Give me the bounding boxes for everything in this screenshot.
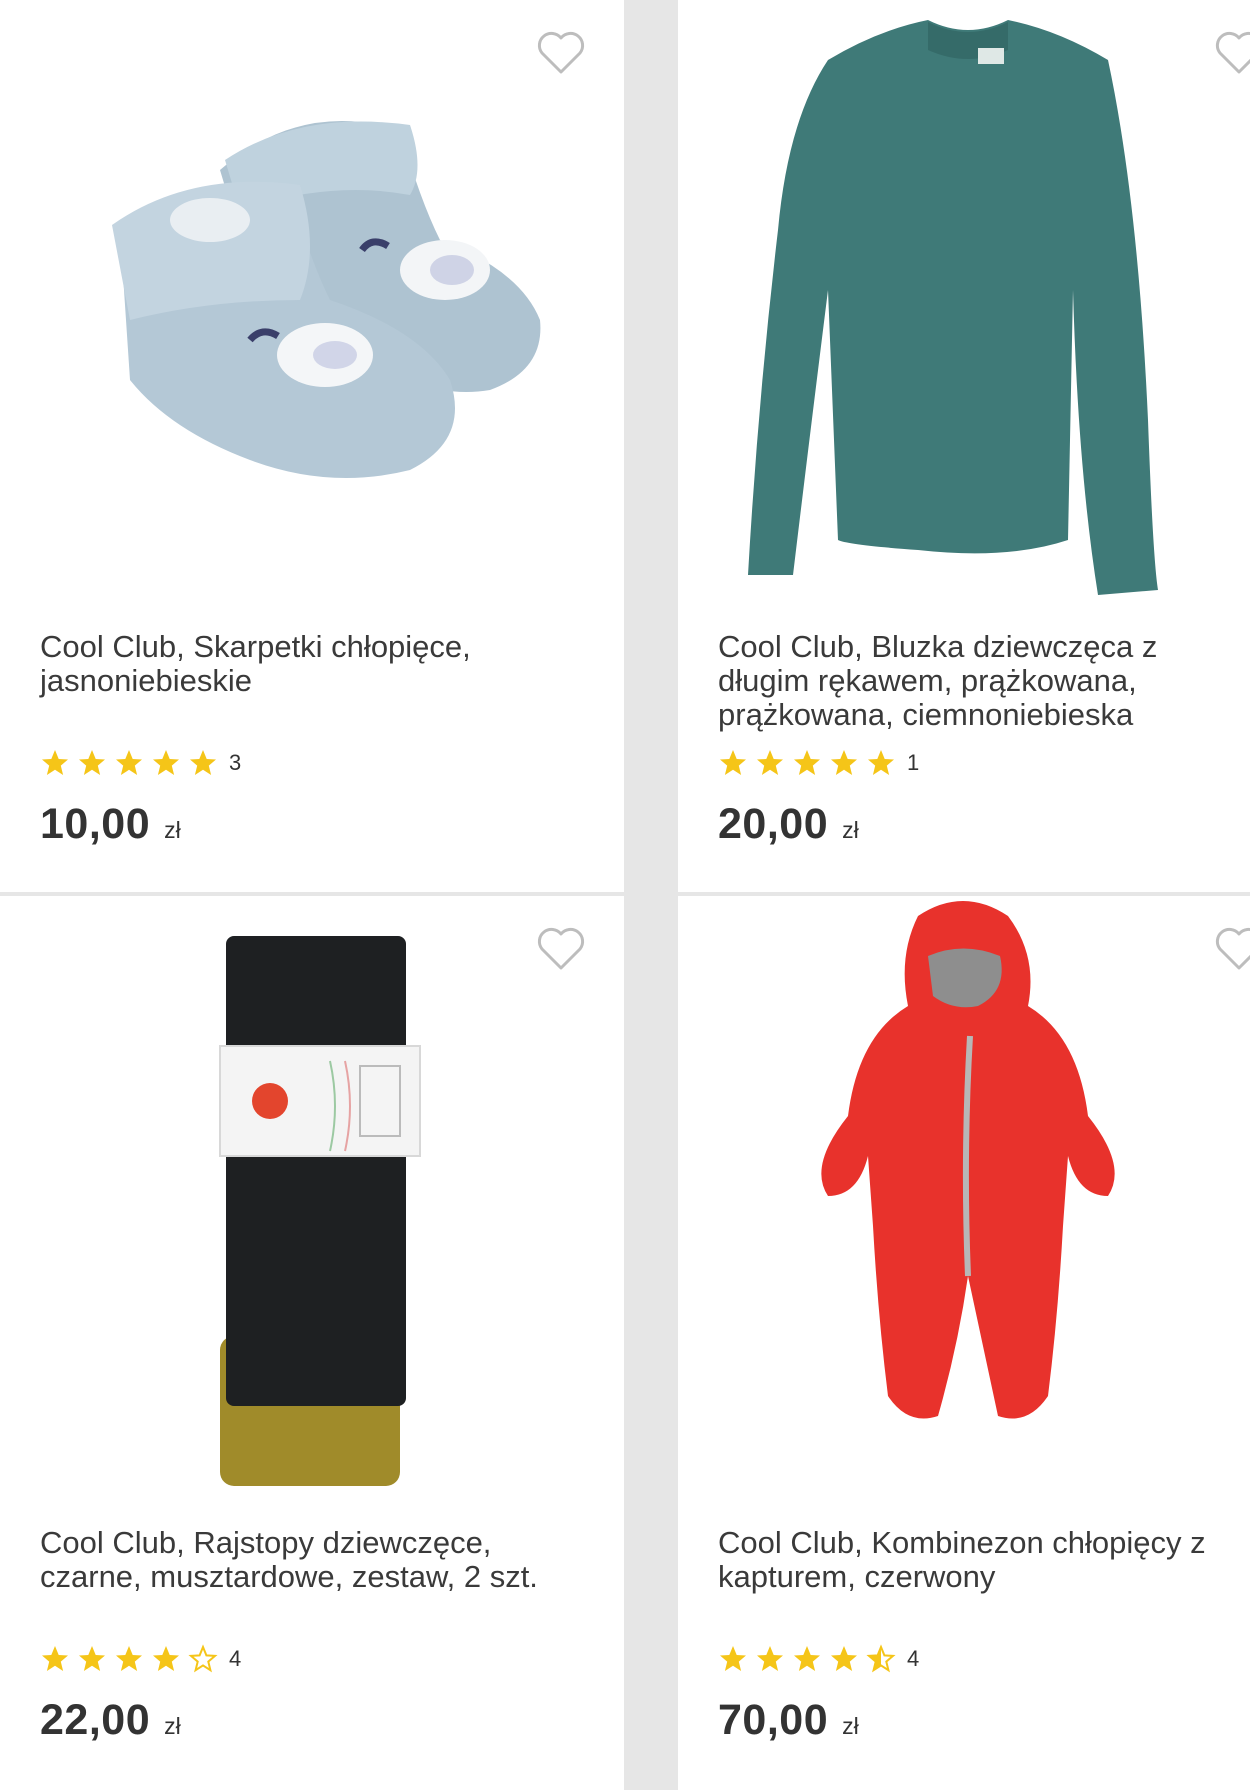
price: 70,00 zł	[718, 1696, 859, 1745]
price-currency: zł	[842, 817, 859, 843]
star-icon	[190, 750, 216, 775]
star-icon	[79, 1646, 105, 1671]
star-icon	[42, 1646, 68, 1671]
price-amount: 22,00	[40, 1696, 151, 1744]
snowsuit-illustration	[821, 901, 1115, 1419]
price-amount: 10,00	[40, 800, 151, 848]
star-half-icon	[866, 1644, 896, 1673]
socks-illustration	[112, 121, 541, 478]
star-icon	[153, 1646, 179, 1671]
product-image-top[interactable]	[678, 0, 1250, 600]
star-icon	[116, 1646, 142, 1671]
star-icon	[757, 1646, 783, 1671]
product-grid: Cool Club, Skarpetki chłopięce, jasnonie…	[0, 0, 1250, 1790]
rating: 3	[40, 745, 241, 781]
product-image-snowsuit[interactable]	[678, 896, 1250, 1496]
review-count: 1	[907, 750, 920, 775]
star-icon	[757, 750, 783, 775]
favorite-heart-icon[interactable]	[1214, 30, 1250, 76]
rating: 4	[40, 1641, 241, 1677]
price: 22,00 zł	[40, 1696, 181, 1745]
top-illustration	[748, 20, 1158, 595]
review-count: 3	[229, 750, 242, 775]
favorite-heart-icon[interactable]	[536, 30, 586, 76]
product-title[interactable]: Cool Club, Skarpetki chłopięce, jasnonie…	[40, 630, 550, 698]
favorite-heart-icon[interactable]	[1214, 926, 1250, 972]
price-currency: zł	[842, 1713, 859, 1739]
product-image-tights[interactable]	[0, 896, 624, 1496]
star-icon	[831, 1646, 857, 1671]
star-icon	[42, 750, 68, 775]
review-count: 4	[907, 1646, 920, 1671]
star-icon	[720, 750, 746, 775]
price: 20,00 zł	[718, 800, 859, 849]
product-title[interactable]: Cool Club, Kombinezon chłopięcy z kaptur…	[718, 1526, 1248, 1594]
price-amount: 20,00	[718, 800, 829, 848]
price-currency: zł	[164, 817, 181, 843]
favorite-heart-icon[interactable]	[536, 926, 586, 972]
star-icon	[720, 1646, 746, 1671]
star-icon	[153, 750, 179, 775]
rating: 4	[718, 1641, 919, 1677]
star-empty-icon	[188, 1644, 218, 1673]
star-icon	[794, 1646, 820, 1671]
star-icon	[831, 750, 857, 775]
product-card[interactable]: Cool Club, Skarpetki chłopięce, jasnonie…	[0, 0, 624, 892]
product-card[interactable]: Cool Club, Rajstopy dziewczęce, czarne, …	[0, 896, 624, 1790]
review-count: 4	[229, 1646, 242, 1671]
star-icon	[116, 750, 142, 775]
price-currency: zł	[164, 1713, 181, 1739]
star-icon	[794, 750, 820, 775]
product-title[interactable]: Cool Club, Bluzka dziewczęca z długim rę…	[718, 630, 1248, 732]
product-image-socks[interactable]	[0, 0, 624, 600]
price-amount: 70,00	[718, 1696, 829, 1744]
rating: 1	[718, 745, 919, 781]
star-icon	[868, 750, 894, 775]
tights-illustration	[219, 936, 421, 1486]
product-card[interactable]: Cool Club, Kombinezon chłopięcy z kaptur…	[678, 896, 1250, 1790]
product-card[interactable]: Cool Club, Bluzka dziewczęca z długim rę…	[678, 0, 1250, 892]
product-title[interactable]: Cool Club, Rajstopy dziewczęce, czarne, …	[40, 1526, 550, 1594]
price: 10,00 zł	[40, 800, 181, 849]
star-icon	[79, 750, 105, 775]
